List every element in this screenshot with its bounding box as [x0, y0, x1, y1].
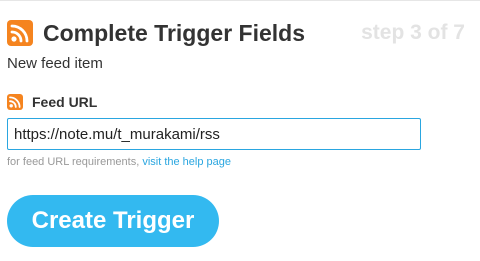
page-title: Complete Trigger Fields	[43, 20, 305, 46]
help-text: for feed URL requirements, visit the hel…	[7, 155, 231, 169]
help-text-prefix: for feed URL requirements,	[7, 156, 140, 168]
help-page-link[interactable]: visit the help page	[142, 156, 231, 168]
top-divider	[0, 0, 480, 1]
feed-url-input[interactable]	[7, 118, 421, 150]
trigger-name: New feed item	[7, 55, 103, 72]
create-trigger-button[interactable]: Create Trigger	[7, 195, 219, 247]
step-indicator: step 3 of 7	[361, 21, 465, 44]
feed-url-label: Feed URL	[32, 94, 98, 110]
rss-icon	[7, 20, 33, 46]
rss-icon	[7, 94, 23, 110]
feed-url-label-row: Feed URL	[7, 93, 307, 111]
page-header: Complete Trigger Fields step 3 of 7	[7, 17, 473, 49]
